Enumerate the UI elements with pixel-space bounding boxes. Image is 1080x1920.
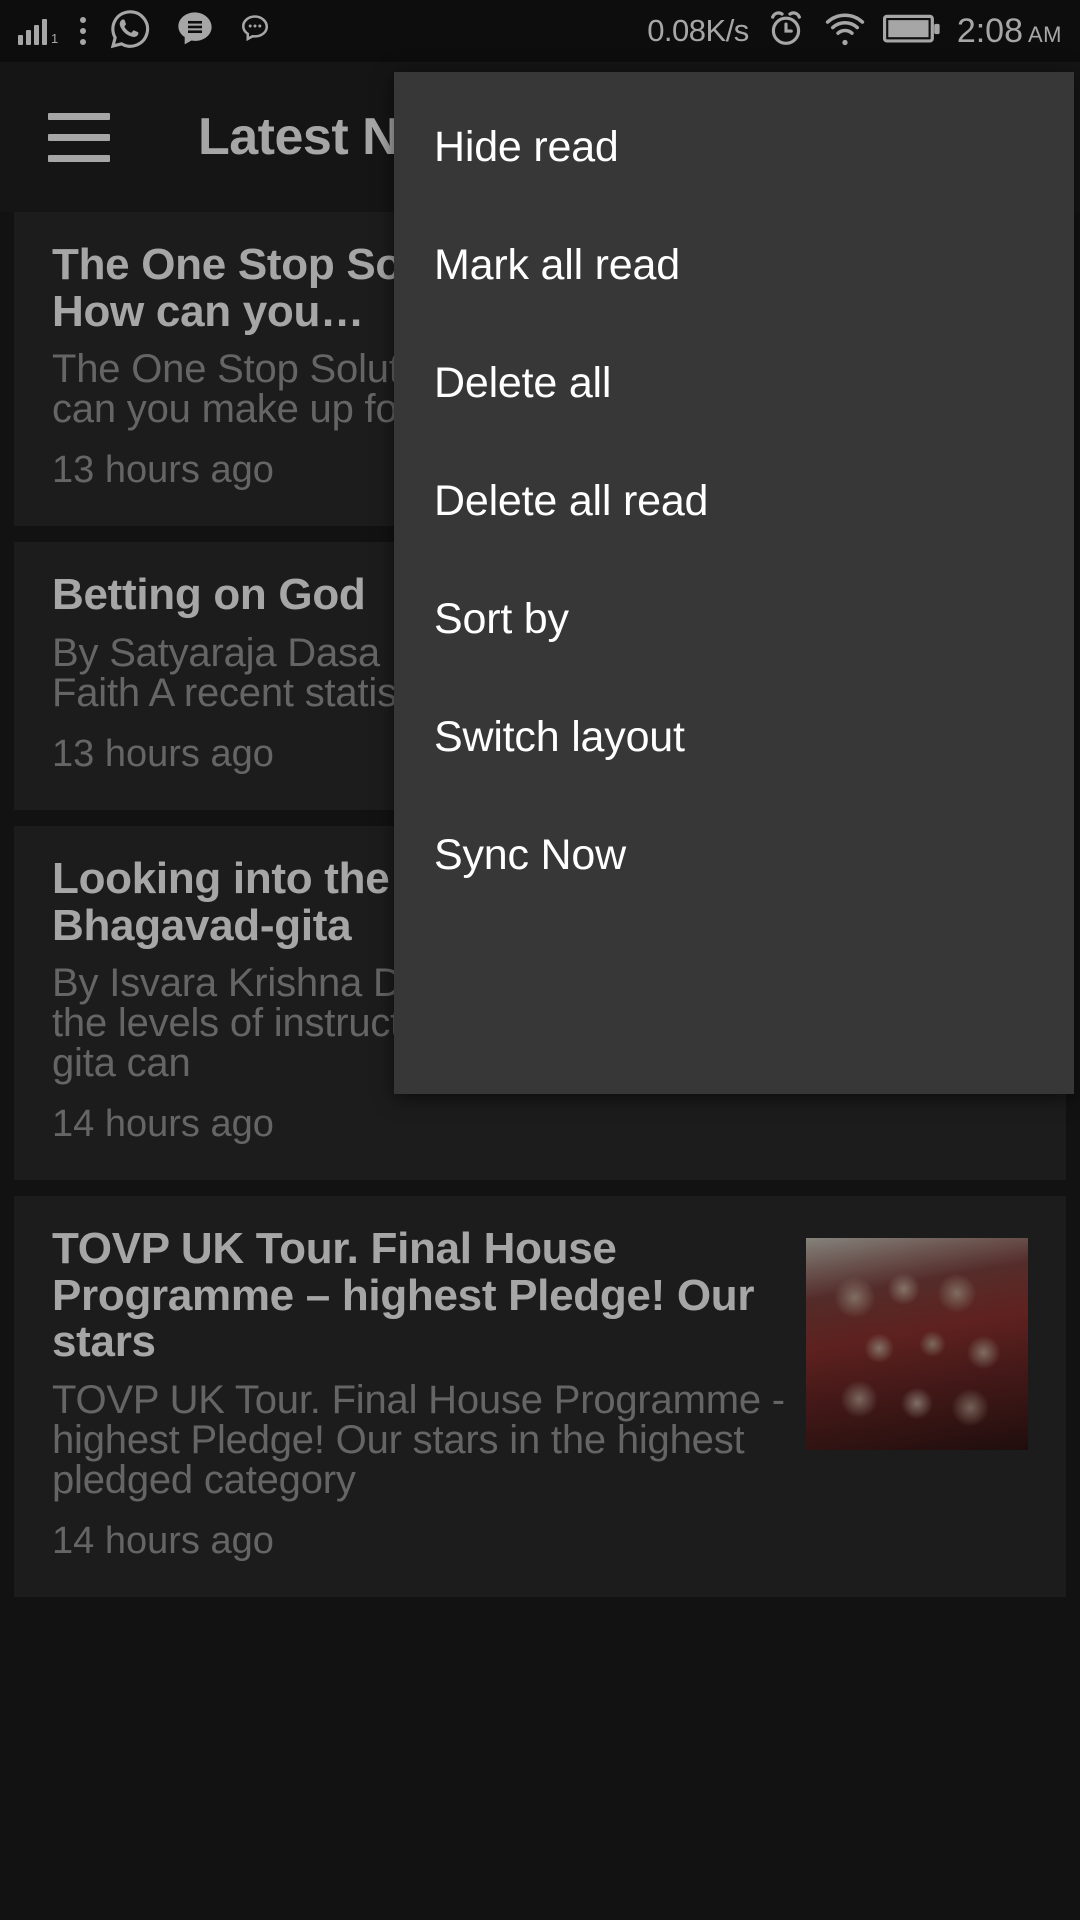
- messages-icon: [174, 8, 216, 55]
- list-item-content: TOVP UK Tour. Final House Programme – hi…: [52, 1224, 786, 1563]
- menu-item-hide-read[interactable]: Hide read: [394, 88, 1074, 206]
- app-screen: 1 0.08K/s 2:08 AM Latest News The One St…: [0, 0, 1080, 1920]
- overflow-menu[interactable]: Hide read Mark all read Delete all Delet…: [394, 72, 1074, 1094]
- wifi-icon: [823, 7, 867, 56]
- list-item[interactable]: TOVP UK Tour. Final House Programme – hi…: [14, 1196, 1066, 1597]
- group-photo-thumbnail: [806, 1238, 1028, 1451]
- article-title: TOVP UK Tour. Final House Programme – hi…: [52, 1224, 755, 1367]
- chat-more-icon: [238, 12, 272, 51]
- clock-ampm: AM: [1028, 21, 1062, 47]
- alarm-clock-icon: [765, 8, 807, 55]
- clock-time: 2:08: [956, 11, 1023, 50]
- signal-bars-icon: 1: [18, 17, 58, 45]
- menu-item-delete-all[interactable]: Delete all: [394, 324, 1074, 442]
- menu-item-switch-layout[interactable]: Switch layout: [394, 678, 1074, 796]
- menu-item-mark-all-read[interactable]: Mark all read: [394, 206, 1074, 324]
- status-bar: 1 0.08K/s 2:08 AM: [0, 0, 1080, 62]
- network-speed-label: 0.08K/s: [647, 13, 749, 48]
- whatsapp-icon: [108, 7, 152, 56]
- article-timestamp: 14 hours ago: [52, 1520, 274, 1562]
- thumbnail-overlay: [806, 1238, 1028, 1451]
- article-snippet: TOVP UK Tour. Final House Programme - hi…: [52, 1378, 785, 1502]
- menu-item-sort-by[interactable]: Sort by: [394, 560, 1074, 678]
- menu-item-sync-now[interactable]: Sync Now: [394, 796, 1074, 914]
- article-timestamp: 14 hours ago: [52, 1103, 274, 1146]
- status-bar-clock: 2:08 AM: [957, 12, 1062, 51]
- more-vertical-icon: [80, 17, 87, 45]
- battery-full-icon: [882, 12, 941, 51]
- status-bar-left: 1: [18, 7, 272, 56]
- menu-item-delete-all-read[interactable]: Delete all read: [394, 442, 1074, 560]
- hamburger-menu-icon[interactable]: [48, 112, 110, 162]
- status-bar-right: 0.08K/s 2:08 AM: [647, 7, 1062, 56]
